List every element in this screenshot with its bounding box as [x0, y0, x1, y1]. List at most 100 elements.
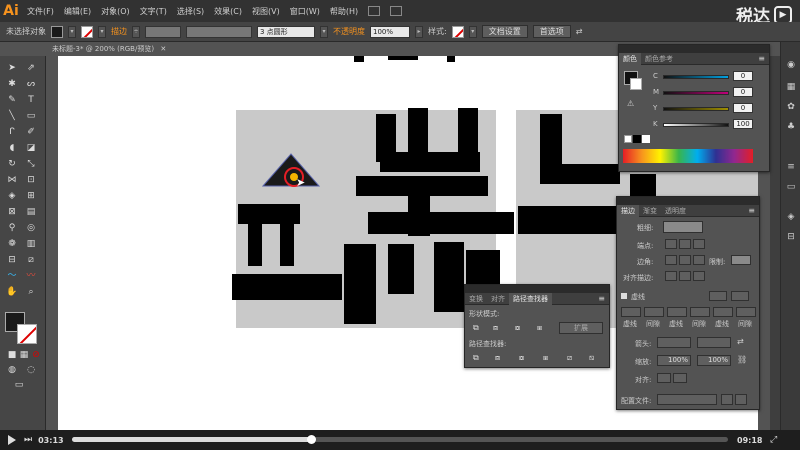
opacity-field[interactable]: 100%: [370, 25, 410, 38]
swatches-panel-icon[interactable]: ▦: [785, 82, 797, 93]
zoom-tool-icon[interactable]: ⌕: [24, 286, 38, 298]
merge-icon[interactable]: ⧇: [519, 353, 524, 363]
miter-join-button[interactable]: [665, 255, 677, 265]
artwork-shape[interactable]: [388, 244, 414, 294]
perspective-grid-tool-icon[interactable]: ⊞: [24, 190, 38, 202]
tab-transparency[interactable]: 透明度: [661, 205, 690, 217]
artwork-shape[interactable]: [238, 204, 300, 224]
brush-dropdown[interactable]: ▾: [320, 25, 328, 38]
dash-field-2[interactable]: [667, 307, 687, 317]
gap-field-1[interactable]: [644, 307, 664, 317]
stroke-color-box[interactable]: [17, 324, 37, 344]
play-icon[interactable]: [8, 435, 16, 445]
magic-wand-tool-icon[interactable]: ✱: [5, 78, 19, 90]
opacity-label[interactable]: 不透明度: [333, 26, 365, 37]
column-graph-tool-icon[interactable]: ▥: [24, 238, 38, 250]
menu-object[interactable]: 对象(O): [96, 6, 135, 17]
limit-field[interactable]: [731, 255, 751, 265]
artwork-shape[interactable]: [344, 244, 376, 324]
artwork-shape[interactable]: [434, 242, 464, 312]
projecting-cap-button[interactable]: [693, 239, 705, 249]
lasso-tool-icon[interactable]: ᔕ: [24, 78, 38, 90]
round-cap-button[interactable]: [679, 239, 691, 249]
arrow-tip-beyond-button[interactable]: [657, 373, 671, 383]
blend-tool-icon[interactable]: ◎: [24, 222, 38, 234]
menu-effect[interactable]: 效果(C): [209, 6, 247, 17]
eraser-tool-icon[interactable]: ◪: [24, 142, 38, 154]
tab-pathfinder[interactable]: 路径查找器: [509, 292, 552, 305]
shaper-tool-icon[interactable]: 〰: [24, 270, 38, 282]
dash-field-1[interactable]: [621, 307, 641, 317]
gap-field-2[interactable]: [690, 307, 710, 317]
dash-preserve-button[interactable]: [709, 291, 727, 301]
opacity-dropdown[interactable]: ▸: [415, 25, 423, 38]
menu-edit[interactable]: 编辑(E): [59, 6, 96, 17]
color-stroke-box[interactable]: [630, 78, 642, 90]
swap-arrowheads-icon[interactable]: ⇄: [737, 337, 744, 346]
preferences-button[interactable]: 首选项: [532, 25, 571, 38]
rectangle-tool-icon[interactable]: ▭: [24, 110, 38, 122]
tab-align[interactable]: 对齐: [487, 293, 509, 305]
slider-y[interactable]: [663, 107, 729, 111]
dash-align-button[interactable]: [731, 291, 749, 301]
butt-cap-button[interactable]: [665, 239, 677, 249]
menu-view[interactable]: 视图(V): [247, 6, 285, 17]
start-arrowhead-select[interactable]: [657, 337, 691, 348]
gradient-tool-icon[interactable]: ▤: [24, 206, 38, 218]
next-icon[interactable]: ⏭: [24, 435, 32, 445]
arrange-icon[interactable]: ⇄: [576, 27, 583, 36]
symbols-panel-icon[interactable]: ♣: [785, 122, 797, 133]
tab-color-guide[interactable]: 颜色参考: [641, 53, 677, 65]
value-c[interactable]: 0: [733, 71, 753, 81]
panel-menu-icon[interactable]: ≡: [598, 294, 609, 303]
intersect-icon[interactable]: ⧇: [515, 323, 520, 333]
slice-tool-icon[interactable]: ⧄: [24, 254, 38, 266]
tab-color[interactable]: 颜色: [619, 52, 641, 65]
menu-type[interactable]: 文字(T): [135, 6, 172, 17]
direct-selection-tool-icon[interactable]: ⇗: [24, 62, 38, 74]
artwork-shape[interactable]: [368, 212, 514, 234]
blob-brush-tool-icon[interactable]: ◖: [5, 142, 19, 154]
fullscreen-icon[interactable]: ⤢: [770, 435, 777, 445]
stroke-label[interactable]: 描边: [111, 26, 127, 37]
rotate-tool-icon[interactable]: ↻: [5, 158, 19, 170]
pen-tool-icon[interactable]: ✎: [5, 94, 19, 106]
value-k[interactable]: 100: [733, 119, 753, 129]
gradient-panel-icon[interactable]: ▭: [785, 182, 797, 193]
fill-dropdown[interactable]: ▾: [68, 25, 76, 38]
layers-panel-icon[interactable]: ◈: [785, 212, 797, 223]
value-m[interactable]: 0: [733, 87, 753, 97]
trim-icon[interactable]: ⧈: [495, 353, 500, 363]
none-mode-icon[interactable]: ⊘: [29, 349, 43, 361]
free-transform-tool-icon[interactable]: ⊡: [24, 174, 38, 186]
gap-field-3[interactable]: [736, 307, 756, 317]
symbol-sprayer-tool-icon[interactable]: ❁: [5, 238, 19, 250]
stroke-swatch[interactable]: [81, 25, 93, 38]
paintbrush-tool-icon[interactable]: ᒋ: [5, 126, 19, 138]
bridge-icon[interactable]: [368, 6, 381, 16]
stroke-dropdown[interactable]: ▾: [98, 25, 106, 38]
menu-window[interactable]: 窗口(W): [285, 6, 325, 17]
end-arrowhead-select[interactable]: [697, 337, 731, 348]
document-tab[interactable]: 未标题-3* @ 200% (RGB/预览) ✕: [46, 42, 171, 56]
document-settings-button[interactable]: 文档设置: [481, 25, 528, 38]
none-swatch[interactable]: [624, 135, 632, 143]
minus-front-icon[interactable]: ⧈: [493, 323, 498, 333]
fill-swatch[interactable]: [51, 25, 63, 38]
pencil-tool-icon[interactable]: ✐: [24, 126, 38, 138]
exclude-icon[interactable]: ⧆: [537, 323, 542, 333]
mesh-tool-icon[interactable]: ⊠: [5, 206, 19, 218]
slider-c[interactable]: [663, 75, 729, 79]
width-tool-icon[interactable]: ⋈: [5, 174, 19, 186]
stroke-weight-field[interactable]: [145, 25, 181, 38]
brush-field[interactable]: 3 点圆形: [257, 25, 315, 38]
tab-transform[interactable]: 变换: [465, 293, 487, 305]
dash-field-3[interactable]: [713, 307, 733, 317]
align-outside-button[interactable]: [693, 271, 705, 281]
arrow-tip-end-button[interactable]: [673, 373, 687, 383]
panel-menu-icon[interactable]: ≡: [748, 206, 759, 215]
artwork-shape[interactable]: [447, 56, 455, 62]
panel-menu-icon[interactable]: ≡: [758, 54, 769, 63]
scale-tool-icon[interactable]: ⤡: [24, 158, 38, 170]
color-panel-icon[interactable]: ◉: [785, 60, 797, 71]
